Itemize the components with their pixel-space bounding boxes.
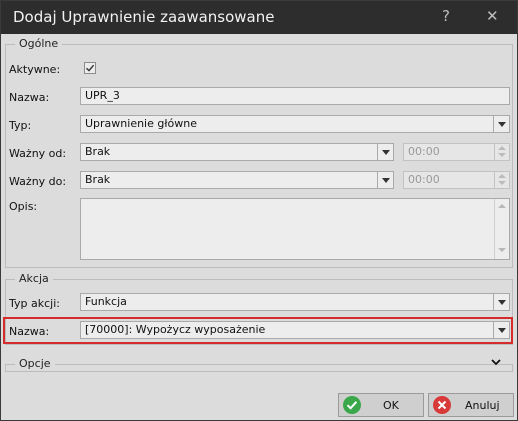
- valid-from-time: 00:00: [403, 143, 510, 161]
- title-bar: Dodaj Uprawnienie zaawansowane ? ✕: [1, 1, 517, 34]
- cancel-icon: [433, 396, 451, 414]
- action-group-legend: Akcja: [15, 272, 53, 285]
- action-name-value: [70000]: Wypożycz wyposażenie: [85, 323, 266, 336]
- cancel-button[interactable]: Anuluj: [428, 393, 514, 417]
- name-input[interactable]: UPR_3: [80, 87, 510, 105]
- general-group-legend: Ogólne: [15, 37, 63, 50]
- ok-label: OK: [383, 399, 399, 412]
- valid-to-value: Brak: [85, 173, 111, 186]
- chevron-down-icon[interactable]: [377, 144, 393, 160]
- chevron-down-icon[interactable]: [493, 294, 509, 310]
- valid-from-select[interactable]: Brak: [80, 143, 394, 161]
- valid-to-label: Ważny do:: [9, 175, 67, 188]
- type-select-value: Uprawnienie główne: [85, 117, 197, 130]
- action-type-select[interactable]: Funkcja: [80, 293, 510, 311]
- description-label: Opis:: [9, 200, 38, 213]
- name-label: Nazwa:: [9, 91, 50, 104]
- active-label: Aktywne:: [9, 63, 61, 76]
- chevron-down-icon[interactable]: [377, 172, 393, 188]
- action-name-select[interactable]: [70000]: Wypożycz wyposażenie: [80, 321, 510, 339]
- active-checkbox[interactable]: [84, 62, 96, 74]
- chevron-down-icon[interactable]: [490, 356, 502, 368]
- description-textarea[interactable]: [80, 198, 510, 260]
- options-group[interactable]: Opcje: [5, 357, 513, 372]
- options-group-legend: Opcje: [15, 357, 55, 370]
- action-type-value: Funkcja: [85, 295, 127, 308]
- type-label: Typ:: [9, 119, 32, 132]
- valid-from-value: Brak: [85, 145, 111, 158]
- type-select[interactable]: Uprawnienie główne: [80, 115, 510, 133]
- valid-from-time-value: 00:00: [408, 145, 440, 158]
- cancel-label: Anuluj: [465, 399, 500, 412]
- valid-to-time: 00:00: [403, 171, 510, 189]
- checkmark-icon: [86, 64, 95, 72]
- dialog-body: Ogólne Aktywne: Nazwa: UPR_3 Typ: Uprawn…: [1, 34, 517, 420]
- chevron-down-icon[interactable]: [493, 116, 509, 132]
- chevron-down-icon[interactable]: [493, 322, 509, 338]
- ok-button[interactable]: OK: [338, 393, 424, 417]
- window-title: Dodaj Uprawnienie zaawansowane: [13, 8, 275, 26]
- action-type-label: Typ akcji:: [9, 297, 60, 310]
- valid-from-label: Ważny od:: [9, 147, 67, 160]
- time-spinner-icon: [494, 144, 509, 160]
- scrollbar[interactable]: [494, 199, 509, 259]
- action-name-label: Nazwa:: [9, 325, 50, 338]
- valid-to-time-value: 00:00: [408, 173, 440, 186]
- close-button[interactable]: ✕: [486, 7, 499, 25]
- dialog-window: Dodaj Uprawnienie zaawansowane ? ✕ Ogóln…: [0, 0, 518, 421]
- help-button[interactable]: ?: [442, 7, 450, 25]
- check-icon: [343, 396, 361, 414]
- time-spinner-icon: [494, 172, 509, 188]
- valid-to-select[interactable]: Brak: [80, 171, 394, 189]
